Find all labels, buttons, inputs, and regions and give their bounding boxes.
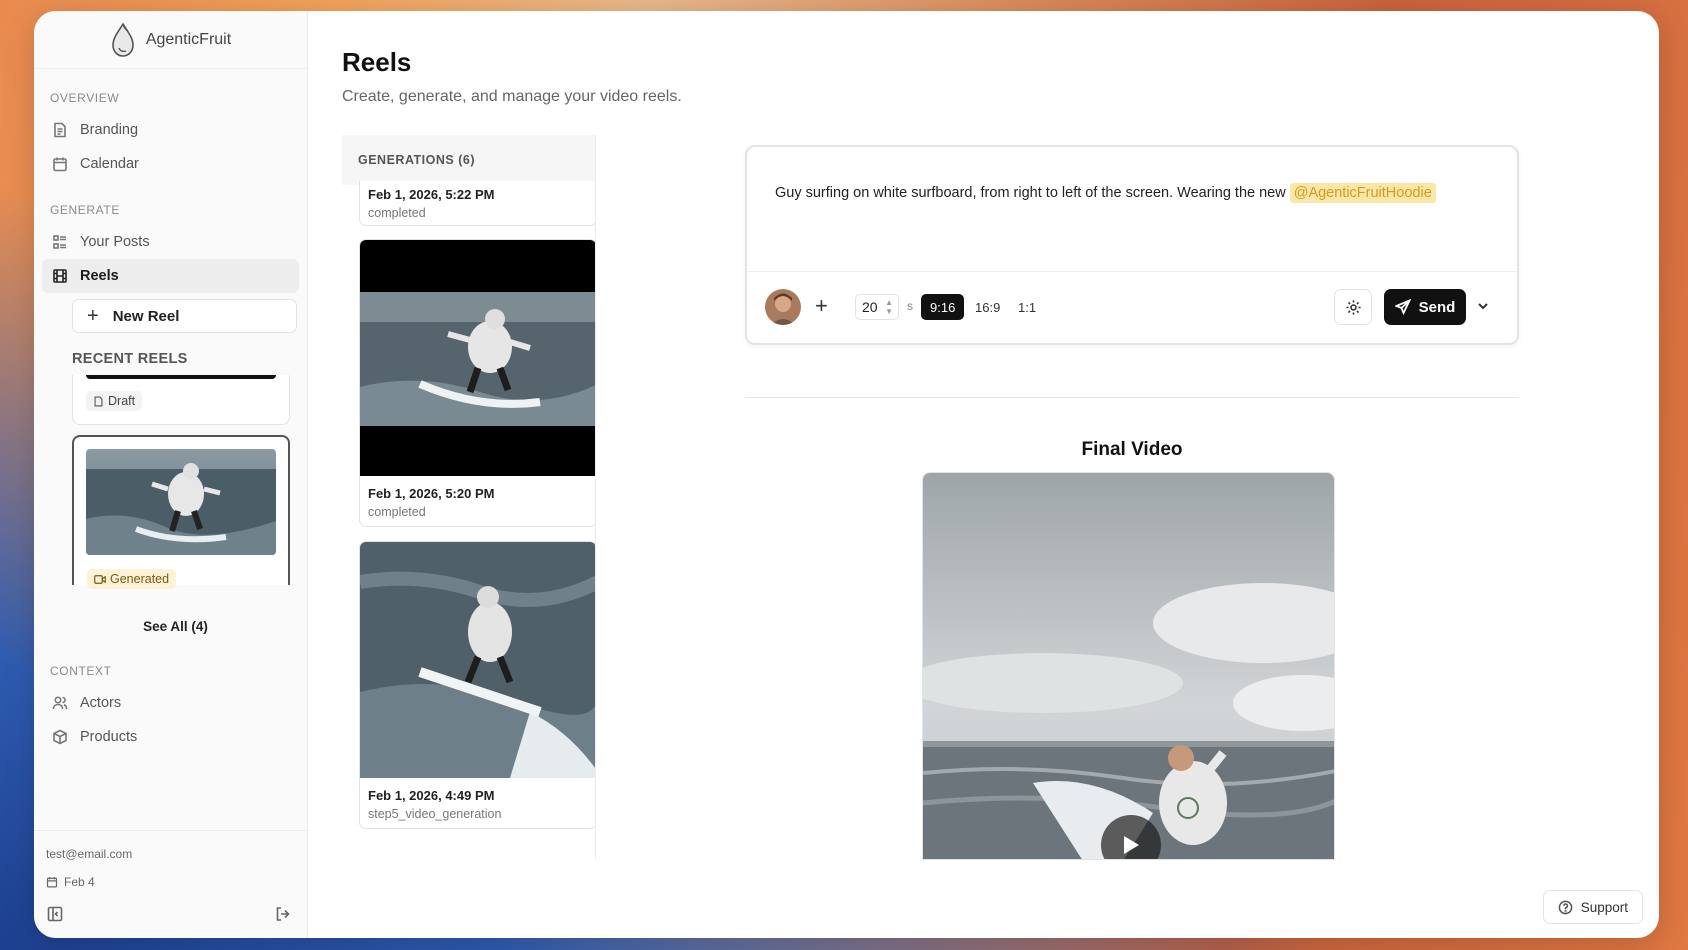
user-email: test@email.com (46, 847, 133, 861)
send-icon (1394, 299, 1411, 315)
status-badge-label: Draft (108, 394, 136, 408)
actor-avatar[interactable] (765, 289, 801, 325)
box-icon (53, 729, 67, 745)
gear-icon (1345, 299, 1361, 315)
sidebar-item-label: Branding (80, 122, 139, 138)
play-icon (1124, 836, 1139, 854)
sidebar-item-reels[interactable]: Reels (42, 259, 299, 293)
generation-thumbnail (360, 240, 595, 476)
section-label-overview: OVERVIEW (50, 91, 120, 105)
sidebar-item-label: Products (80, 729, 138, 745)
collapse-sidebar-icon[interactable] (46, 905, 64, 923)
ratio-option-16-9[interactable]: 16:9 (966, 294, 1009, 320)
send-options-dropdown[interactable] (1476, 299, 1492, 315)
footer-date-label: Feb 4 (64, 875, 95, 889)
document-icon (54, 122, 66, 138)
ratio-option-9-16[interactable]: 9:16 (921, 294, 965, 320)
generations-panel[interactable]: GENERATIONS (6) Feb 1, 2026, 5:22 PM com… (342, 135, 596, 859)
reel-thumbnail (86, 375, 276, 379)
section-divider (745, 397, 1519, 398)
stepper-arrows-icon[interactable]: ▲ ▼ (885, 298, 893, 316)
final-video-title: Final Video (1081, 439, 1183, 460)
document-icon (94, 395, 103, 407)
duration-unit: s (907, 299, 913, 313)
final-video-player[interactable] (922, 472, 1335, 860)
users-icon (52, 696, 68, 710)
sidebar-item-label: Reels (80, 268, 119, 284)
duration-value: 20 (862, 299, 878, 315)
sidebar-item-label: Calendar (80, 156, 139, 172)
generation-date: Feb 1, 2026, 5:22 PM (368, 187, 495, 202)
generation-card[interactable]: Feb 1, 2026, 4:49 PM step5_video_generat… (359, 541, 595, 829)
chevron-down-icon (1478, 303, 1488, 310)
footer-actions (46, 905, 296, 923)
support-button[interactable]: Support (1542, 890, 1643, 924)
app-window: AgenticFruit OVERVIEW Branding Calendar … (34, 11, 1659, 938)
section-label-context: CONTEXT (50, 664, 112, 678)
calendar-icon (53, 157, 67, 172)
generation-card[interactable]: Feb 1, 2026, 5:20 PM completed (359, 239, 595, 527)
generation-date: Feb 1, 2026, 4:49 PM (368, 788, 495, 803)
sidebar: AgenticFruit OVERVIEW Branding Calendar … (34, 11, 308, 938)
status-badge: Generated (87, 569, 177, 589)
footer-date: Feb 4 (46, 875, 296, 889)
add-attachment-button[interactable]: + (815, 295, 828, 317)
composer-toolbar: + 20 ▲ ▼ s 9:16 16:9 1:1 Send (747, 287, 1517, 329)
recent-reel-draft[interactable]: Draft (72, 375, 290, 425)
brand[interactable]: AgenticFruit (34, 11, 307, 69)
send-label: Send (1418, 298, 1456, 316)
recent-reels-list[interactable]: Draft Generated (72, 375, 290, 593)
sidebar-item-your-posts[interactable]: Your Posts (42, 225, 299, 259)
composer-divider (747, 271, 1517, 272)
see-all-link[interactable]: See All (4) (34, 619, 307, 634)
settings-button[interactable] (1334, 289, 1372, 325)
sidebar-item-calendar[interactable]: Calendar (42, 147, 299, 181)
prompt-composer[interactable]: Guy surfing on white surfboard, from rig… (745, 145, 1519, 345)
generation-thumbnail (360, 542, 595, 778)
logout-icon[interactable] (274, 905, 292, 923)
generation-card[interactable]: Feb 1, 2026, 5:22 PM completed (359, 181, 595, 226)
plus-icon: + (87, 304, 99, 327)
reel-thumbnail (86, 449, 276, 555)
prompt-text: Guy surfing on white surfboard, from rig… (775, 185, 1286, 201)
generation-status: step5_video_generation (368, 807, 502, 821)
list-icon (53, 235, 66, 249)
prompt-input[interactable]: Guy surfing on white surfboard, from rig… (775, 183, 1436, 203)
sidebar-footer: test@email.com Feb 4 (34, 830, 308, 938)
status-badge: Draft (86, 391, 143, 411)
generation-status: completed (368, 206, 426, 220)
status-badge-label: Generated (110, 572, 170, 586)
new-reel-button[interactable]: + New Reel (72, 299, 297, 333)
sidebar-item-branding[interactable]: Branding (42, 113, 299, 147)
duration-stepper[interactable]: 20 ▲ ▼ (855, 294, 899, 320)
film-icon (53, 269, 67, 283)
sidebar-item-label: Actors (80, 695, 122, 711)
recent-reel-generated[interactable]: Generated (72, 435, 290, 589)
help-icon (1558, 900, 1573, 914)
support-label: Support (1580, 899, 1628, 915)
sidebar-item-products[interactable]: Products (42, 720, 299, 754)
calendar-icon (46, 877, 58, 888)
product-mention[interactable]: @AgenticFruitHoodie (1289, 183, 1436, 203)
generations-header: GENERATIONS (6) (342, 135, 595, 185)
new-reel-label: New Reel (112, 307, 180, 325)
page-subtitle: Create, generate, and manage your video … (342, 88, 682, 105)
sidebar-item-label: Your Posts (80, 234, 150, 250)
generation-date: Feb 1, 2026, 5:20 PM (368, 486, 495, 501)
brand-name: AgenticFruit (145, 30, 232, 48)
main-content: Reels Create, generate, and manage your … (308, 11, 1659, 938)
logo-icon (112, 21, 134, 57)
send-button[interactable]: Send (1384, 289, 1466, 325)
sidebar-item-actors[interactable]: Actors (42, 686, 299, 720)
generation-status: completed (368, 505, 426, 519)
recent-reels-label: RECENT REELS (72, 351, 188, 367)
video-icon (94, 574, 106, 584)
section-label-generate: GENERATE (50, 203, 120, 217)
ratio-option-1-1[interactable]: 1:1 (1009, 294, 1045, 320)
page-title: Reels (342, 47, 412, 77)
